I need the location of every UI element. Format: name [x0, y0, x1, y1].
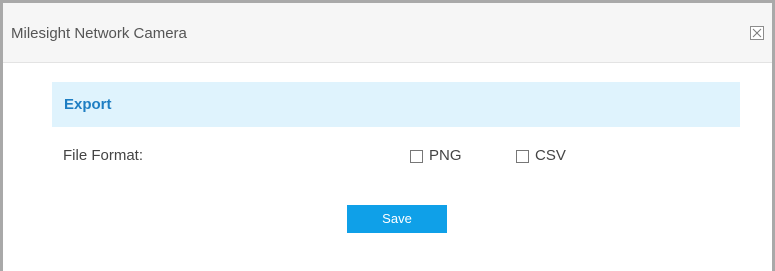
csv-option[interactable]: CSV	[516, 146, 566, 166]
dialog-title-bar: Milesight Network Camera	[3, 3, 772, 63]
file-format-label: File Format:	[63, 147, 144, 164]
save-button[interactable]: Save	[347, 205, 447, 233]
dialog-title: Milesight Network Camera	[11, 25, 187, 42]
section-title: Export	[64, 96, 112, 113]
export-section-header: Export	[52, 82, 740, 127]
csv-checkbox[interactable]	[516, 149, 529, 163]
close-icon	[752, 28, 762, 38]
png-label: PNG	[429, 147, 462, 164]
close-button[interactable]	[750, 26, 764, 40]
png-option[interactable]: PNG	[410, 146, 462, 166]
csv-label: CSV	[535, 147, 566, 164]
png-checkbox[interactable]	[410, 149, 423, 163]
export-dialog: Milesight Network Camera Export File For…	[0, 0, 775, 271]
